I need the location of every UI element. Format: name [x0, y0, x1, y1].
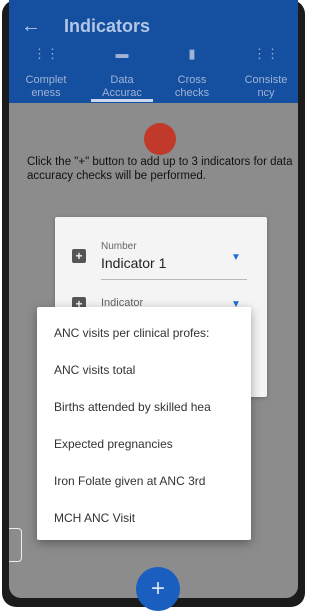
menu-item[interactable]: Expected pregnancies [54, 436, 244, 452]
add-square-icon[interactable]: + [72, 249, 86, 263]
number-select[interactable]: Indicator 1 [101, 255, 166, 271]
helper-text: Click the "+" button to add up to 3 indi… [27, 156, 293, 182]
menu-item[interactable]: Iron Folate given at ANC 3rd [54, 473, 244, 489]
selected-tab-indicator [91, 99, 153, 102]
tab-label-line1: Cross [177, 74, 207, 86]
indicator-dropdown-menu: ANC visits per clinical profes: ANC visi… [37, 307, 251, 540]
tab-data-accuracy[interactable]: ▬ Data Accurac [91, 46, 153, 100]
tab-label-line2: checks [174, 87, 210, 99]
page-title: Indicators [64, 16, 151, 36]
arrow-left-icon[interactable]: ← [21, 14, 41, 38]
tab-completeness[interactable]: ⋮⋮ Complet eness [17, 46, 75, 100]
side-handle[interactable] [9, 528, 22, 562]
consistency-icon: ⋮⋮ [253, 46, 279, 61]
app-bar: ← Indicators ⋮⋮ Complet eness ▬ Data Acc… [9, 0, 298, 103]
cross-checks-icon: ▮ [188, 46, 196, 61]
tab-label-line2: eness [31, 87, 61, 99]
device-frame: ← Indicators ⋮⋮ Complet eness ▬ Data Acc… [2, 0, 305, 611]
menu-item[interactable]: Births attended by skilled hea [54, 399, 244, 415]
number-field-underline [101, 279, 247, 280]
add-indicator-button[interactable]: + [136, 567, 180, 611]
menu-item[interactable]: ANC visits total [54, 362, 244, 378]
tab-label-line2: ncy [257, 87, 275, 99]
menu-item[interactable]: ANC visits per clinical profes: [54, 325, 244, 341]
laptop-icon: ▬ [115, 46, 129, 61]
tab-label-line1: Consiste [244, 74, 288, 86]
tab-cross-checks[interactable]: ▮ Cross checks [163, 46, 221, 100]
app-screen: ← Indicators ⋮⋮ Complet eness ▬ Data Acc… [9, 0, 298, 598]
tab-consistency[interactable]: ⋮⋮ Consiste ncy [237, 46, 295, 100]
status-dot [144, 123, 176, 155]
menu-item[interactable]: MCH ANC Visit [54, 510, 244, 526]
tab-label-line1: Complet [25, 74, 67, 86]
number-field-label: Number [101, 241, 137, 252]
tab-label-line1: Data [110, 74, 134, 86]
chevron-down-icon[interactable]: ▼ [231, 252, 241, 263]
completeness-icon: ⋮⋮ [33, 46, 59, 61]
